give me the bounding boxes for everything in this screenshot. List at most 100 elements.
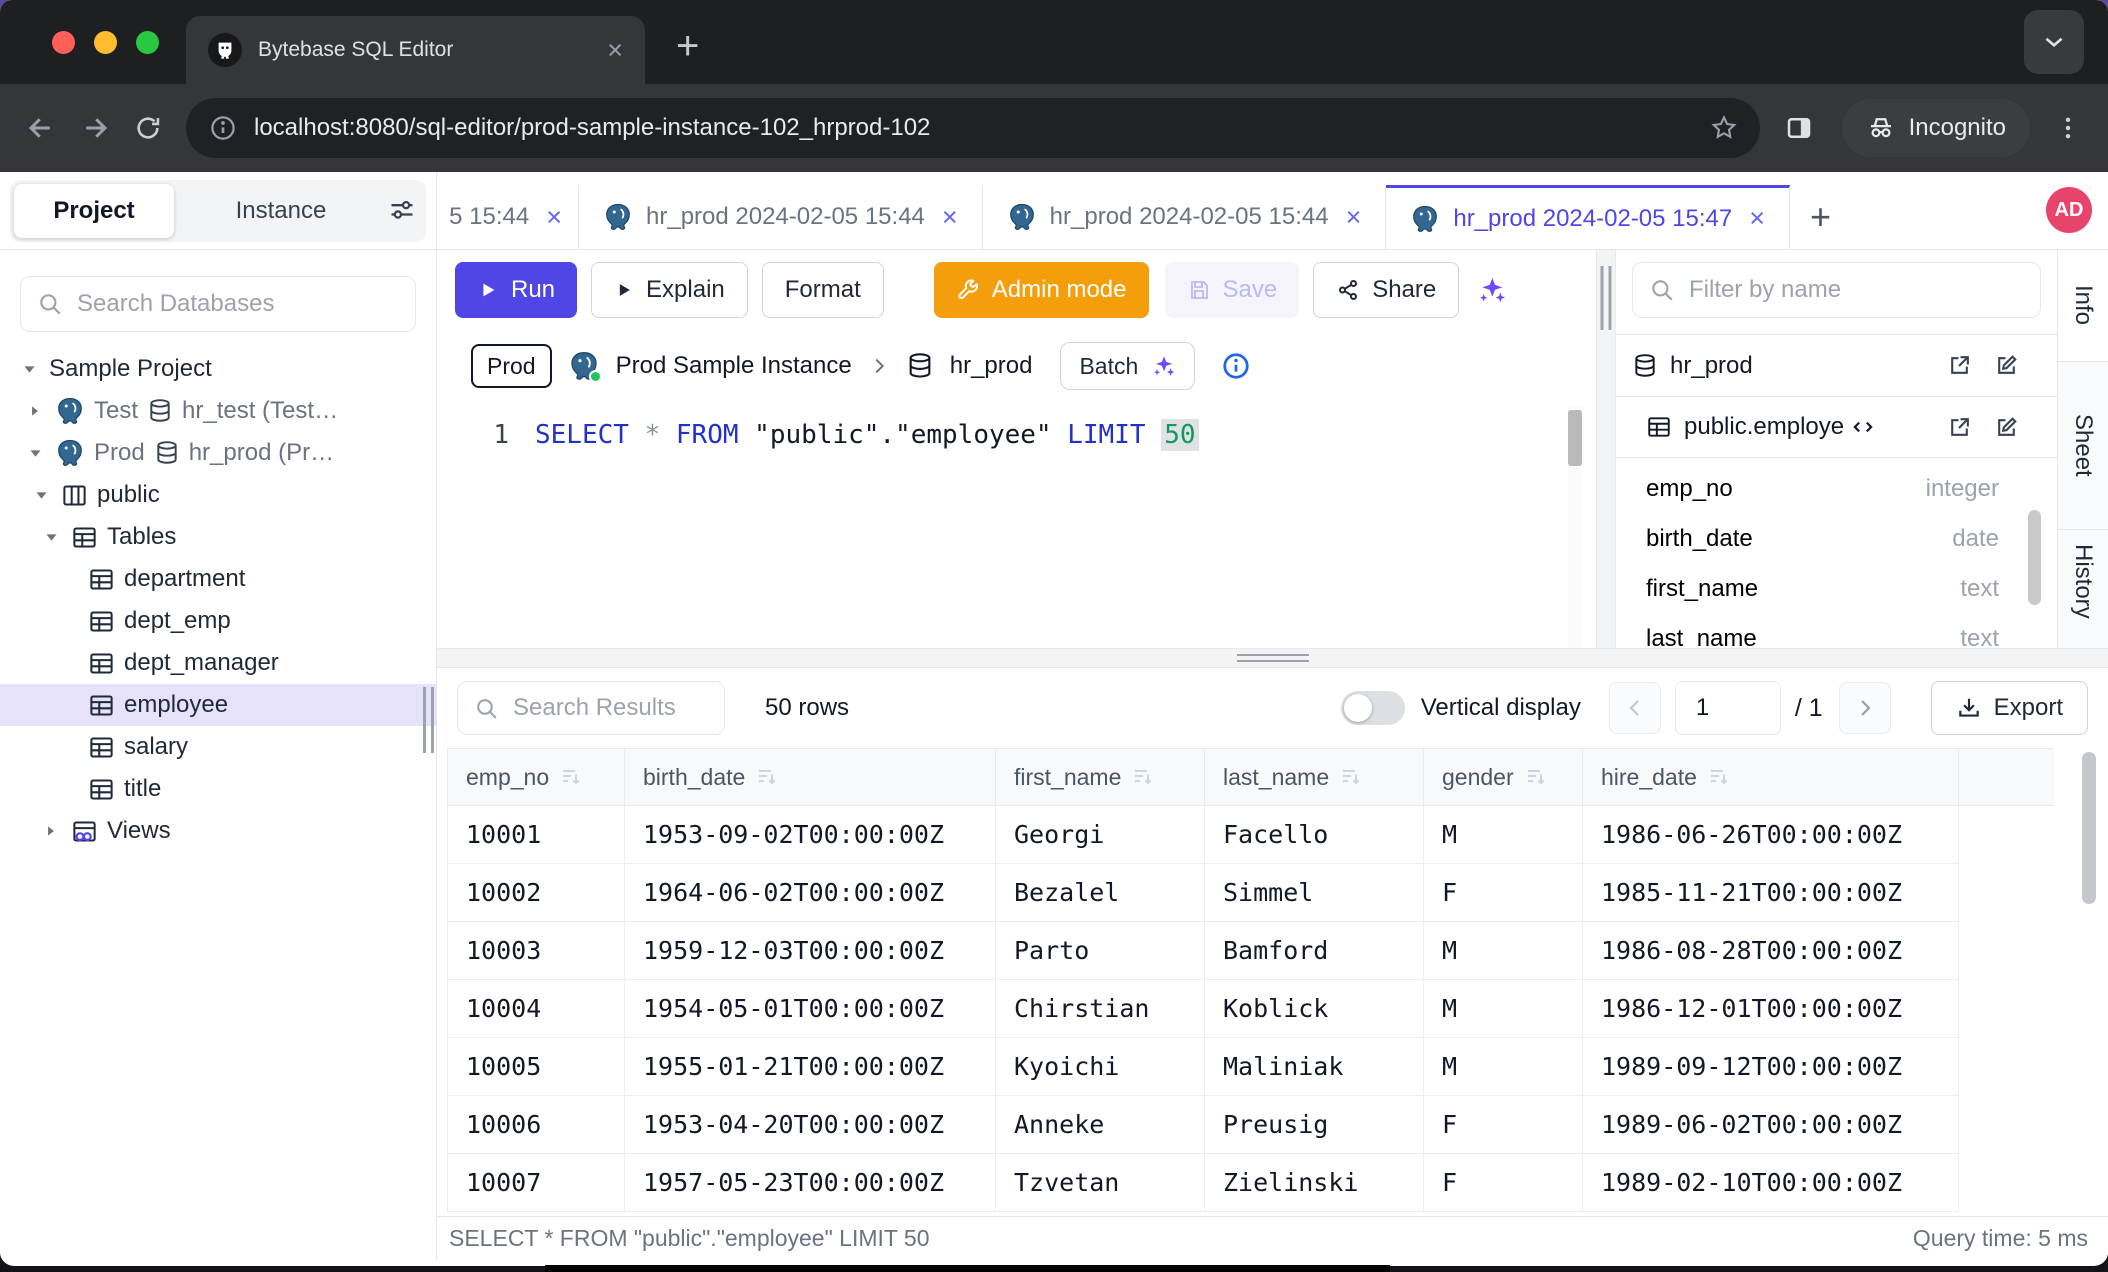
tree-item-table-title[interactable]: title bbox=[0, 768, 436, 810]
column-item[interactable]: emp_no integer bbox=[1646, 464, 1999, 514]
reload-icon[interactable] bbox=[134, 114, 162, 142]
cell[interactable]: 10003 bbox=[447, 922, 625, 980]
external-link-icon[interactable] bbox=[1947, 353, 1972, 378]
tree-item-table-dept-emp[interactable]: dept_emp bbox=[0, 600, 436, 642]
sql-code-editor[interactable]: 1 SELECT * FROM "public"."employee" LIMI… bbox=[437, 402, 1596, 648]
filter-by-name-input[interactable] bbox=[1687, 275, 2024, 305]
editor-tab-1[interactable]: 5 15:44 × bbox=[437, 185, 579, 249]
cell[interactable]: 10004 bbox=[447, 980, 625, 1038]
column-header[interactable]: emp_no bbox=[447, 748, 625, 806]
sort-icon[interactable] bbox=[559, 765, 583, 789]
caret-down-icon[interactable] bbox=[40, 530, 62, 545]
cell[interactable]: 10001 bbox=[447, 806, 625, 864]
cell[interactable]: Anneke bbox=[996, 1096, 1205, 1154]
column-header[interactable]: first_name bbox=[996, 748, 1205, 806]
external-link-icon[interactable] bbox=[1947, 415, 1972, 440]
tree-item-prod-db[interactable]: Prod hr_prod (Pr… bbox=[0, 432, 436, 474]
back-icon[interactable] bbox=[26, 113, 56, 143]
database-name[interactable]: hr_prod bbox=[950, 352, 1033, 380]
divider-handle[interactable] bbox=[1601, 266, 1612, 330]
cell[interactable]: Chirstian bbox=[996, 980, 1205, 1038]
tab-project[interactable]: Project bbox=[14, 184, 174, 238]
column-header[interactable]: birth_date bbox=[625, 748, 996, 806]
tree-item-table-dept-manager[interactable]: dept_manager bbox=[0, 642, 436, 684]
admin-mode-button[interactable]: Admin mode bbox=[934, 262, 1149, 318]
splitter-handle[interactable] bbox=[1237, 654, 1309, 666]
cell[interactable]: 1959-12-03T00:00:00Z bbox=[625, 922, 996, 980]
tree-item-test-db[interactable]: Test hr_test (Test… bbox=[0, 390, 436, 432]
cell[interactable]: F bbox=[1424, 1096, 1583, 1154]
table-row[interactable]: 10004 1954-05-01T00:00:00Z Chirstian Kob… bbox=[447, 980, 2054, 1038]
tree-item-tables[interactable]: Tables bbox=[0, 516, 436, 558]
site-info-icon[interactable] bbox=[208, 113, 238, 143]
cell[interactable]: Tzvetan bbox=[996, 1154, 1205, 1212]
table-row[interactable]: 10005 1955-01-21T00:00:00Z Kyoichi Malin… bbox=[447, 1038, 2054, 1096]
cell[interactable]: Parto bbox=[996, 922, 1205, 980]
column-item[interactable]: first_name text bbox=[1646, 564, 1999, 614]
cell[interactable]: Simmel bbox=[1205, 864, 1424, 922]
address-bar[interactable]: localhost:8080/sql-editor/prod-sample-in… bbox=[186, 98, 1760, 158]
page-number-box[interactable] bbox=[1675, 681, 1781, 735]
cell[interactable]: 1957-05-23T00:00:00Z bbox=[625, 1154, 996, 1212]
results-splitter[interactable] bbox=[437, 648, 2108, 668]
close-tab-icon[interactable]: × bbox=[546, 202, 562, 233]
table-row[interactable]: 10001 1953-09-02T00:00:00Z Georgi Facell… bbox=[447, 806, 2054, 864]
cell[interactable]: 1954-05-01T00:00:00Z bbox=[625, 980, 996, 1038]
schema-filter[interactable] bbox=[1632, 262, 2041, 318]
column-item[interactable]: last_name text bbox=[1646, 614, 1999, 648]
save-button[interactable]: Save bbox=[1165, 262, 1300, 318]
database-search[interactable] bbox=[20, 276, 416, 332]
cell[interactable]: 1989-09-12T00:00:00Z bbox=[1583, 1038, 1959, 1096]
cell[interactable]: 1955-01-21T00:00:00Z bbox=[625, 1038, 996, 1096]
sort-icon[interactable] bbox=[1524, 765, 1548, 789]
cell[interactable]: Kyoichi bbox=[996, 1038, 1205, 1096]
batch-button[interactable]: Batch bbox=[1060, 342, 1195, 390]
page-number-input[interactable] bbox=[1694, 693, 1764, 723]
cell[interactable]: Koblick bbox=[1205, 980, 1424, 1038]
cell[interactable]: F bbox=[1424, 1154, 1583, 1212]
editor-tab-2[interactable]: hr_prod 2024-02-05 15:44 × bbox=[579, 185, 983, 249]
bookmark-star-icon[interactable] bbox=[1710, 114, 1738, 142]
add-sheet-button[interactable]: + bbox=[1790, 185, 1851, 249]
export-button[interactable]: Export bbox=[1931, 681, 2088, 735]
forward-icon[interactable] bbox=[80, 113, 110, 143]
new-tab-button[interactable]: + bbox=[676, 24, 699, 69]
cell[interactable]: 10005 bbox=[447, 1038, 625, 1096]
cell[interactable]: 1953-09-02T00:00:00Z bbox=[625, 806, 996, 864]
ai-assistant-icon[interactable] bbox=[1475, 274, 1507, 306]
cell[interactable]: 1953-04-20T00:00:00Z bbox=[625, 1096, 996, 1154]
cell[interactable]: Zielinski bbox=[1205, 1154, 1424, 1212]
cell[interactable]: 10002 bbox=[447, 864, 625, 922]
zoom-window-button[interactable] bbox=[136, 31, 159, 54]
table-row[interactable]: public.employe bbox=[1616, 396, 2057, 458]
cell[interactable]: 1986-12-01T00:00:00Z bbox=[1583, 980, 1959, 1038]
cell[interactable]: 1989-06-02T00:00:00Z bbox=[1583, 1096, 1959, 1154]
sort-icon[interactable] bbox=[1707, 765, 1731, 789]
edit-icon[interactable] bbox=[1994, 353, 2019, 378]
cell[interactable]: M bbox=[1424, 980, 1583, 1038]
minimize-window-button[interactable] bbox=[94, 31, 117, 54]
cell[interactable]: M bbox=[1424, 1038, 1583, 1096]
editor-scrollbar[interactable] bbox=[1568, 406, 1582, 656]
close-tab-icon[interactable]: × bbox=[1346, 202, 1362, 233]
share-button[interactable]: Share bbox=[1313, 262, 1459, 318]
editor-tab-4-active[interactable]: hr_prod 2024-02-05 15:47 × bbox=[1386, 185, 1790, 249]
cell[interactable]: 1989-02-10T00:00:00Z bbox=[1583, 1154, 1959, 1212]
side-panel-icon[interactable] bbox=[1784, 113, 1814, 143]
url-text[interactable]: localhost:8080/sql-editor/prod-sample-in… bbox=[254, 114, 1694, 142]
caret-down-icon[interactable] bbox=[24, 446, 46, 461]
cell[interactable]: 1985-11-21T00:00:00Z bbox=[1583, 864, 1959, 922]
editor-tab-3[interactable]: hr_prod 2024-02-05 15:44 × bbox=[983, 185, 1387, 249]
caret-down-icon[interactable] bbox=[30, 488, 52, 503]
cell[interactable]: 10007 bbox=[447, 1154, 625, 1212]
browser-menu-icon[interactable] bbox=[2054, 114, 2082, 142]
rail-tab-history[interactable]: History bbox=[2058, 530, 2108, 648]
cell[interactable]: 1964-06-02T00:00:00Z bbox=[625, 864, 996, 922]
panel-scrollbar[interactable] bbox=[2028, 510, 2041, 605]
sort-icon[interactable] bbox=[1339, 765, 1363, 789]
rail-tab-info[interactable]: Info bbox=[2058, 250, 2108, 362]
user-avatar[interactable]: AD bbox=[2046, 187, 2092, 233]
sidebar-resize-handle[interactable] bbox=[423, 687, 434, 753]
instance-name[interactable]: Prod Sample Instance bbox=[616, 352, 852, 380]
cell[interactable]: Georgi bbox=[996, 806, 1205, 864]
